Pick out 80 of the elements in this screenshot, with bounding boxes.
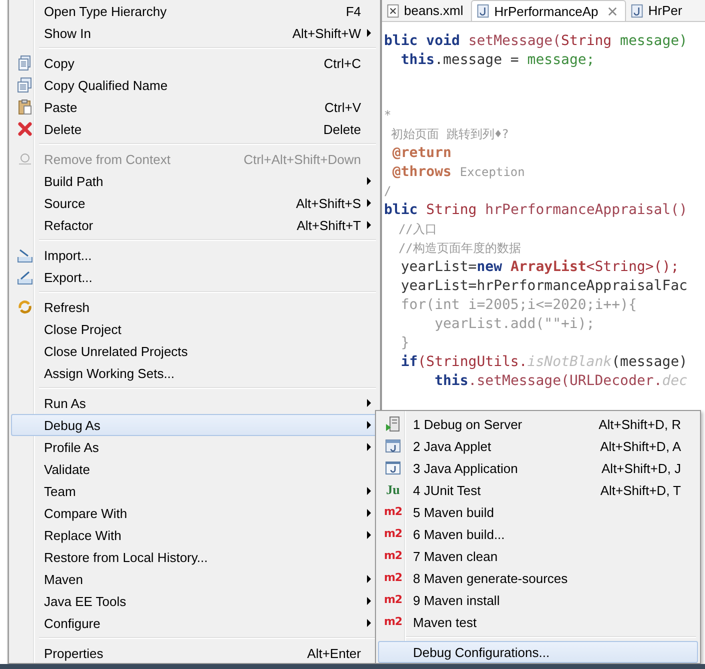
remove-icon	[17, 151, 33, 167]
menu-item[interactable]: Ju 4 JUnit Test Alt+Shift+D, T	[378, 479, 698, 501]
code-line: this.setMessage(URLDecoder.dec	[434, 372, 688, 391]
menu-item[interactable]: Assign Working Sets...	[11, 362, 378, 384]
xml-file-icon	[386, 4, 400, 18]
plugin-icon: m2	[384, 505, 402, 519]
menu-item[interactable]: Profile As	[11, 436, 378, 458]
copy-icon	[17, 77, 33, 93]
code-line: /	[384, 183, 392, 200]
menu-item[interactable]: 1 Debug on Server Alt+Shift+D, R	[378, 413, 698, 435]
server-icon	[385, 416, 401, 432]
menu-item[interactable]: Open Type Hierarchy F4	[11, 0, 378, 22]
code-line: this.message = message;	[400, 51, 596, 70]
plugin-icon: m2	[384, 549, 402, 563]
menu-item[interactable]: Close Unrelated Projects	[11, 340, 378, 362]
code-line: yearList=hrPerformanceAppraisalFac	[400, 277, 688, 296]
plugin-icon: m2	[384, 593, 402, 607]
menu-item[interactable]: Debug Configurations...	[378, 641, 698, 663]
menu-item[interactable]: Debug As	[11, 414, 378, 436]
menu-item[interactable]: Build Path	[11, 170, 378, 192]
code-line: //构造页面年度的数据	[397, 240, 522, 257]
menu-item[interactable]: Source Alt+Shift+S	[11, 192, 378, 214]
code-line: for(int i=2005;i<=2020;i++){	[400, 296, 638, 315]
menu-item[interactable]: Run As	[11, 392, 378, 414]
menu-item[interactable]: 2 Java Applet Alt+Shift+D, A	[378, 435, 698, 457]
menu-item[interactable]: Validate	[11, 458, 378, 480]
window-icon	[385, 460, 401, 476]
refresh-icon	[17, 299, 33, 315]
plugin-icon: m2	[384, 527, 402, 541]
menu-item[interactable]: Maven	[11, 568, 378, 590]
delete-icon	[17, 121, 33, 137]
code-line: @throws Exception	[391, 163, 526, 182]
menu-item[interactable]: Team	[11, 480, 378, 502]
menu-item[interactable]: Properties Alt+Enter	[11, 642, 378, 664]
code-line: *	[384, 107, 392, 124]
menu-item[interactable]: m2 Maven test	[378, 611, 698, 633]
menu-item[interactable]: Import...	[11, 244, 378, 266]
java-file-icon	[476, 4, 490, 18]
code-line: blic void setMessage(String message)	[384, 32, 688, 51]
menu-item[interactable]: Restore from Local History...	[11, 546, 378, 568]
clipboard-icon	[17, 99, 33, 115]
menu-item[interactable]: m2 8 Maven generate-sources	[378, 567, 698, 589]
applet-icon	[385, 438, 401, 454]
menu-item[interactable]: Compare With	[11, 502, 378, 524]
close-icon[interactable]	[608, 6, 618, 16]
menu-item[interactable]: Refresh	[11, 296, 378, 318]
plugin-icon: m2	[384, 615, 402, 629]
menu-item[interactable]: Copy Ctrl+C	[11, 52, 378, 74]
editor-tab[interactable]: beans.xml	[382, 0, 472, 21]
code-line: 初始页面 跳转到列♦?	[390, 126, 510, 143]
plugin-icon: Ju	[386, 483, 400, 497]
menu-item[interactable]: m2 7 Maven clean	[378, 545, 698, 567]
menu-item[interactable]: Refactor Alt+Shift+T	[11, 214, 378, 236]
code-line: }	[400, 334, 410, 353]
menu-item[interactable]: m2 5 Maven build	[378, 501, 698, 523]
code-line: if(StringUtils.isNotBlank(message)	[400, 353, 688, 372]
menu-item[interactable]: 3 Java Application Alt+Shift+D, J	[378, 457, 698, 479]
menu-item[interactable]: m2 9 Maven install	[378, 589, 698, 611]
menu-item[interactable]: Configure	[11, 612, 378, 634]
menu-item[interactable]: Java EE Tools	[11, 590, 378, 612]
export-icon	[17, 269, 33, 285]
java-file-icon	[630, 4, 644, 18]
menu-item[interactable]: Copy Qualified Name	[11, 74, 378, 96]
code-line: yearList=new ArrayList<String>();	[400, 258, 680, 277]
code-line: blic String hrPerformanceAppraisal()	[384, 201, 688, 220]
menu-item[interactable]: Delete Delete	[11, 118, 378, 140]
menu-item[interactable]: Replace With	[11, 524, 378, 546]
editor-tab[interactable]: HrPerformanceAp	[471, 0, 626, 21]
editor-tab[interactable]: HrPer	[626, 0, 690, 21]
code-line: @return	[391, 144, 452, 163]
plugin-icon: m2	[384, 571, 402, 585]
menu-item[interactable]: Show In Alt+Shift+W	[11, 22, 378, 44]
menu-item[interactable]: Close Project	[11, 318, 378, 340]
menu-item[interactable]: Export...	[11, 266, 378, 288]
copy-icon	[17, 55, 33, 71]
menu-item[interactable]: m2 6 Maven build...	[378, 523, 698, 545]
code-line: //入口	[397, 221, 438, 238]
import-icon	[17, 247, 33, 263]
menu-item[interactable]: Paste Ctrl+V	[11, 96, 378, 118]
code-line: yearList.add(""+i);	[434, 315, 596, 334]
